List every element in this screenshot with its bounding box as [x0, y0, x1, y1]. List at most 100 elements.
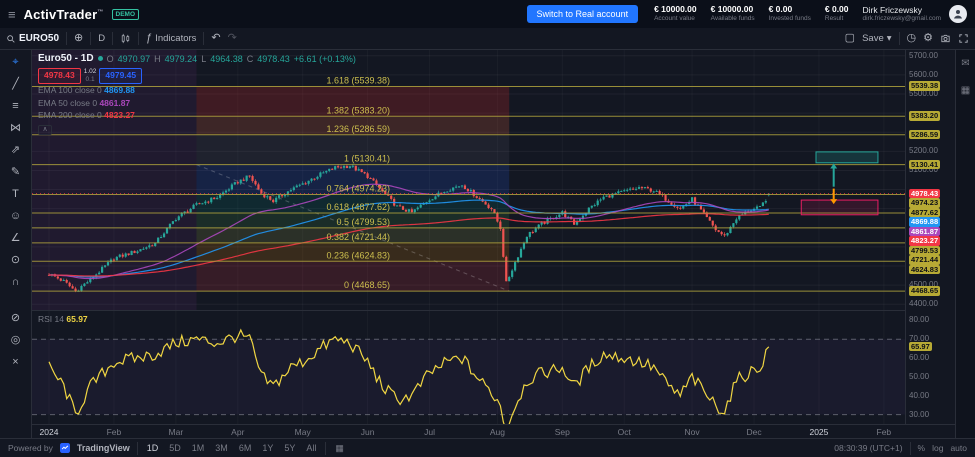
indicators-button[interactable]: ƒ Indicators [146, 33, 196, 44]
divider [325, 442, 326, 455]
sell-button[interactable]: 4978.43 [38, 68, 81, 84]
replay-icon[interactable]: ◷ [907, 33, 917, 44]
price-axis[interactable]: 5700.005600.005500.005200.005100.004500.… [905, 50, 955, 424]
buy-button[interactable]: 4979.45 [99, 68, 142, 84]
time-axis[interactable]: 2024FebMarAprMayJunJulAugSepOctNovDec202… [32, 424, 955, 438]
time-label: Feb [99, 427, 129, 437]
price-badge: 4624.83 [909, 265, 940, 275]
widgets-icon[interactable]: ▦ [961, 85, 970, 96]
clock[interactable]: 08:30:39 (UTC+1) [834, 443, 902, 453]
brush-tool[interactable]: ✎ [5, 166, 27, 179]
emoji-tool[interactable]: ☺ [5, 210, 27, 223]
timeframe-3m[interactable]: 3M [213, 443, 230, 453]
ema-200-legend[interactable]: EMA 200 close 0 4823.27 [38, 111, 356, 121]
rsi-label: 30.00 [909, 410, 929, 420]
timeframe-5y[interactable]: 5Y [282, 443, 297, 453]
timeframe-1d[interactable]: 1D [145, 443, 161, 453]
right-sidebar: ✉▦ [955, 50, 975, 438]
price-badge: 5130.41 [909, 160, 940, 170]
stat-available-funds: € 10000.00 Available funds [711, 5, 755, 22]
fullscreen-icon [958, 33, 969, 44]
avatar[interactable] [949, 5, 967, 23]
timeframe-all[interactable]: All [304, 443, 318, 453]
svg-text:0 (4468.65): 0 (4468.65) [344, 280, 390, 290]
timeframe-1m[interactable]: 1M [190, 443, 207, 453]
trendline-tool[interactable]: ╱ [5, 78, 27, 91]
fib-retracement-tool[interactable]: ≡ [5, 100, 27, 113]
main-area: ⌖╱≡⋈⇗✎T☺∠⊙∩⊘◎× 1.618 (5539.38)1.382 (538… [0, 50, 975, 438]
switch-to-real-button[interactable]: Switch to Real account [527, 5, 639, 23]
market-open-dot [98, 56, 103, 61]
forecast-tool[interactable]: ⇗ [5, 144, 27, 157]
price-badge: 5539.38 [909, 81, 940, 91]
zoom-tool[interactable]: ⊙ [5, 254, 27, 267]
stat-invested-funds: € 0.00 Invested funds [769, 5, 811, 22]
log-scale-button[interactable]: log [932, 443, 943, 453]
save-button[interactable]: Save ▾ [862, 33, 891, 44]
time-label: Jul [415, 427, 445, 437]
collapse-legend-button[interactable]: ∧ [38, 125, 52, 135]
time-label: 2024 [34, 427, 64, 437]
text-tool[interactable]: T [5, 188, 27, 201]
stat-account-value: € 10000.00 Account value [654, 5, 697, 22]
demo-badge: DEMO [112, 9, 140, 20]
rsi-label: 50.00 [909, 372, 929, 382]
timeframe-1y[interactable]: 1Y [260, 443, 275, 453]
layout-icon[interactable]: ▢ [845, 33, 855, 44]
time-label: Sep [547, 427, 577, 437]
snapshot-button[interactable] [940, 33, 951, 44]
time-label: Mar [161, 427, 191, 437]
measure-tool[interactable]: ∠ [5, 232, 27, 245]
trade-widget: 4978.43 1.02 0.1 4979.45 [38, 68, 356, 84]
time-label: Oct [609, 427, 639, 437]
rsi-label: 80.00 [909, 315, 929, 325]
magnet-tool[interactable]: ∩ [5, 276, 27, 289]
symbol-search[interactable]: EURO50 [6, 33, 59, 44]
time-label: 2025 [804, 427, 834, 437]
calendar-icon[interactable]: ▦ [333, 443, 346, 454]
tradingview-logo[interactable] [60, 443, 70, 453]
candles-icon [120, 33, 131, 44]
interval-selector[interactable]: D [98, 33, 105, 44]
time-label: Nov [677, 427, 707, 437]
ema-100-legend[interactable]: EMA 100 close 0 4869.88 [38, 86, 356, 96]
percent-scale-button[interactable]: % [918, 443, 926, 453]
rsi-badge: 65.97 [909, 342, 932, 352]
hide-all-tool[interactable]: ◎ [5, 334, 27, 347]
auto-scale-button[interactable]: auto [950, 443, 967, 453]
compare-add-icon[interactable]: ⊕ [74, 33, 83, 44]
rsi-legend[interactable]: RSI 14 65.97 [38, 314, 88, 324]
rsi-label: 40.00 [909, 391, 929, 401]
divider [112, 32, 113, 45]
price-badge: 4799.53 [909, 246, 940, 256]
svg-text:0.236 (4624.83): 0.236 (4624.83) [326, 250, 390, 260]
ema-50-legend[interactable]: EMA 50 close 0 4861.87 [38, 99, 356, 109]
fullscreen-button[interactable] [958, 33, 969, 44]
remove-all-tool[interactable]: × [5, 356, 27, 369]
price-label: 5600.00 [909, 70, 938, 80]
time-label: Apr [223, 427, 253, 437]
messages-icon[interactable]: ✉ [961, 58, 969, 69]
divider [90, 32, 91, 45]
price-badge: 5286.59 [909, 130, 940, 140]
price-badge: 4721.44 [909, 255, 940, 265]
chart-type-selector[interactable] [120, 33, 131, 44]
crosshair-tool[interactable]: ⌖ [5, 56, 27, 69]
divider [137, 442, 138, 455]
user-info[interactable]: Dirk Friczewsky dirk.friczewsky@gmail.co… [863, 5, 941, 23]
price-badge: 4861.87 [909, 227, 940, 237]
gear-icon[interactable]: ⚙ [923, 33, 933, 44]
redo-button[interactable]: ↷ [228, 33, 237, 44]
account-stats: € 10000.00 Account value € 10000.00 Avai… [654, 5, 848, 22]
timeframe-5d[interactable]: 5D [167, 443, 183, 453]
timeframe-6m[interactable]: 6M [237, 443, 254, 453]
camera-icon [940, 33, 951, 44]
change-value: +6.61 (+0.13%) [294, 54, 356, 64]
price-badge: 4823.27 [909, 236, 940, 246]
undo-button[interactable]: ↶ [211, 33, 220, 44]
menu-icon[interactable]: ≡ [8, 7, 16, 22]
symbol-title[interactable]: Euro50 - 1D [38, 53, 94, 65]
lock-all-tool[interactable]: ⊘ [5, 312, 27, 325]
tradingview-label[interactable]: TradingView [77, 443, 130, 453]
pattern-tool[interactable]: ⋈ [5, 122, 27, 135]
